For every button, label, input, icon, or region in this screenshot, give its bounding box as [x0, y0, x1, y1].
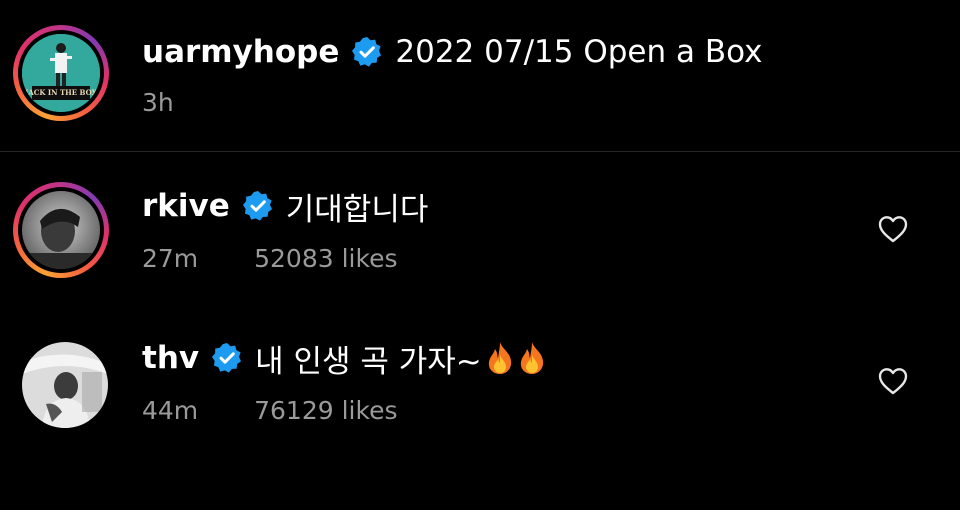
- avatar[interactable]: [22, 342, 108, 428]
- comment-likes[interactable]: 52083 likes: [254, 244, 397, 273]
- heart-icon[interactable]: [878, 367, 908, 395]
- comment-text: 내 인생 곡 가자~: [255, 343, 482, 380]
- comment-row: rkive 기대합니다 27m 52083 likes: [0, 152, 960, 302]
- avatar-story-ring[interactable]: [13, 182, 109, 278]
- caption-time: 3h: [142, 88, 174, 117]
- avatar[interactable]: [22, 191, 100, 269]
- comment-text: 기대합니다: [285, 191, 429, 228]
- heart-icon[interactable]: [878, 215, 908, 243]
- verified-badge-icon: [242, 191, 272, 221]
- comment-line: thv 내 인생 곡 가자~: [142, 338, 546, 380]
- avatar-logo-text: JACK IN THE BOX: [25, 88, 97, 97]
- caption-text: 2022 07/15 Open a Box: [395, 34, 763, 70]
- comment-row: thv 내 인생 곡 가자~ 44m 76129 likes: [0, 302, 960, 452]
- comment-time: 27m: [142, 244, 199, 273]
- avatar[interactable]: JACK IN THE BOX: [22, 34, 100, 112]
- verified-badge-icon: [212, 343, 242, 373]
- fire-icon: [488, 342, 511, 374]
- comment-time: 44m: [142, 396, 199, 425]
- fire-icon: [520, 342, 543, 374]
- comment-likes[interactable]: 76129 likes: [254, 396, 397, 425]
- verified-badge-icon: [352, 37, 382, 67]
- username[interactable]: uarmyhope: [142, 34, 339, 70]
- caption-line: uarmyhope 2022 07/15 Open a Box: [142, 32, 762, 72]
- jack-in-the-box-avatar-art: [22, 34, 100, 112]
- username[interactable]: thv: [142, 340, 199, 376]
- comment-meta: 27m 52083 likes: [142, 244, 397, 273]
- portrait-photo: [22, 342, 108, 428]
- caption-meta: 3h: [142, 88, 174, 117]
- avatar-story-ring[interactable]: JACK IN THE BOX: [13, 25, 109, 121]
- comment-meta: 44m 76129 likes: [142, 396, 397, 425]
- portrait-photo: [22, 191, 100, 269]
- username[interactable]: rkive: [142, 188, 230, 224]
- caption-row: JACK IN THE BOX uarmyhope 2022 07/15 Ope…: [0, 0, 960, 151]
- comment-line: rkive 기대합니다: [142, 186, 429, 228]
